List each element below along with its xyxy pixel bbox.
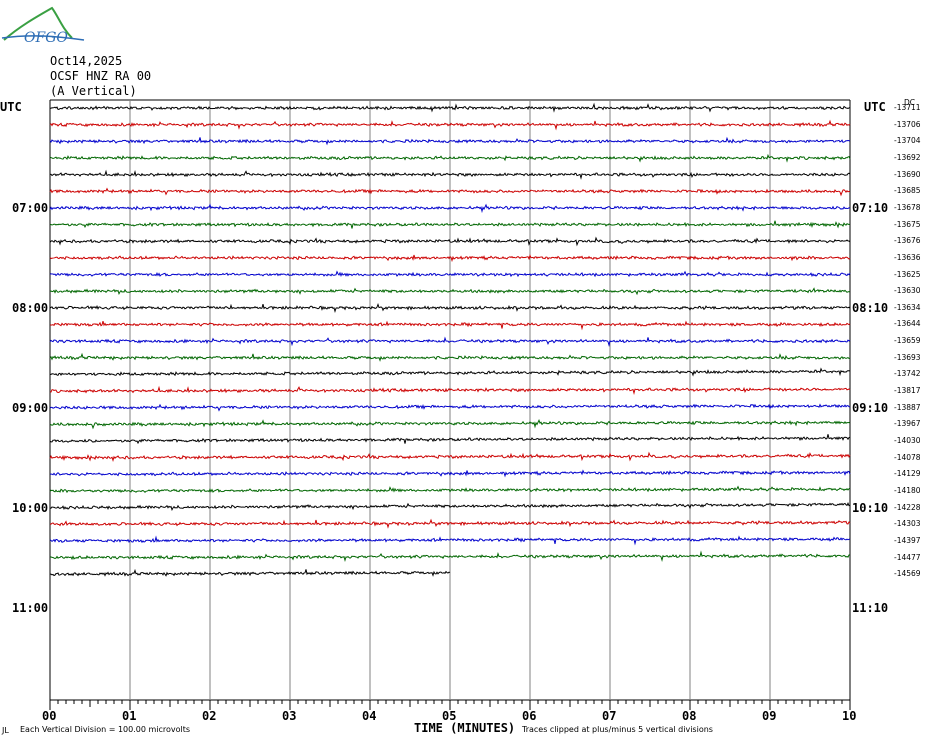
x-tick-label: 00 <box>42 709 57 723</box>
right-time-label: 08:10 <box>852 300 889 315</box>
dc-offset-label: -14228 <box>894 502 921 512</box>
x-tick-label: 09 <box>762 709 777 723</box>
dc-offset-label: -13678 <box>894 202 921 212</box>
x-tick-label: 08 <box>682 709 697 723</box>
right-time-label: 10:10 <box>852 500 889 515</box>
x-axis-label: TIME (MINUTES) <box>414 721 516 735</box>
dc-offset-label: -13692 <box>894 152 921 162</box>
dc-offset-label: -13817 <box>894 386 921 396</box>
dc-offset-label: -14180 <box>894 485 921 495</box>
dc-offset-label: -13704 <box>894 136 921 146</box>
left-time-label: 07:00 <box>12 200 49 215</box>
dc-offset-label: -13967 <box>894 419 921 429</box>
dc-offset-label: -14303 <box>894 519 921 529</box>
right-axis-title: UTC <box>864 100 886 114</box>
dc-offset-label: -14477 <box>894 552 921 562</box>
x-tick-label: 04 <box>362 709 377 723</box>
left-time-label: 11:00 <box>12 600 49 615</box>
dc-offset-label: -13676 <box>894 236 921 246</box>
plot-grid <box>49 99 851 701</box>
x-tick-label: 10 <box>842 709 857 723</box>
x-tick-label: 01 <box>122 709 137 723</box>
footer-mark: JL <box>2 726 9 735</box>
left-time-label: 09:00 <box>12 400 49 415</box>
dc-offset-label: -14078 <box>894 452 921 462</box>
dc-offset-label: -13742 <box>894 369 921 379</box>
x-tick-label: 06 <box>522 709 537 723</box>
left-time-label: 08:00 <box>12 300 49 315</box>
dc-offset-label: -13711 <box>894 103 921 112</box>
left-time-label: 10:00 <box>12 500 49 515</box>
x-tick-label: 02 <box>202 709 217 723</box>
dc-offset-label: -14397 <box>894 535 921 545</box>
left-axis-title: UTC <box>0 100 22 114</box>
helicorder-plot: OFGO <box>1 6 851 710</box>
dc-offset-label: -13630 <box>894 286 921 296</box>
dc-offset-label: -13659 <box>894 336 921 346</box>
dc-offset-label: -13693 <box>894 352 921 362</box>
dc-offset-label: -13636 <box>894 252 921 262</box>
dc-offset-label: -13690 <box>894 169 921 179</box>
x-tick-label: 07 <box>602 709 617 723</box>
dc-offset-label: -14030 <box>894 436 921 445</box>
logo-text: OFGO <box>24 30 68 46</box>
component-label: (A Vertical) <box>50 84 137 98</box>
dc-offset-label: -13625 <box>894 269 921 279</box>
right-time-label: 11:10 <box>852 600 889 615</box>
right-time-label: 07:10 <box>852 200 889 215</box>
dc-offset-label: -13675 <box>894 219 921 229</box>
date-label: Oct14,2025 <box>50 54 123 68</box>
dc-offset-label: -13685 <box>894 186 921 196</box>
clip-note: Traces clipped at plus/minus 5 vertical … <box>522 725 713 734</box>
dc-offset-label: -13887 <box>894 402 921 412</box>
dc-offset-label: -14129 <box>894 469 921 479</box>
trace-29 <box>49 568 451 577</box>
ofgo-logo: OFGO <box>1 6 85 46</box>
dc-offset-label: -13706 <box>894 119 921 129</box>
dc-offset-label: -14569 <box>894 569 921 579</box>
right-time-label: 09:10 <box>852 400 889 415</box>
scale-note: Each Vertical Division = 100.00 microvol… <box>20 725 191 734</box>
station-label: OCSF HNZ RA 00 <box>50 69 152 83</box>
x-tick-label: 03 <box>282 709 297 723</box>
dc-offset-label: -13644 <box>894 319 921 329</box>
dc-offset-label: -13634 <box>894 302 921 312</box>
